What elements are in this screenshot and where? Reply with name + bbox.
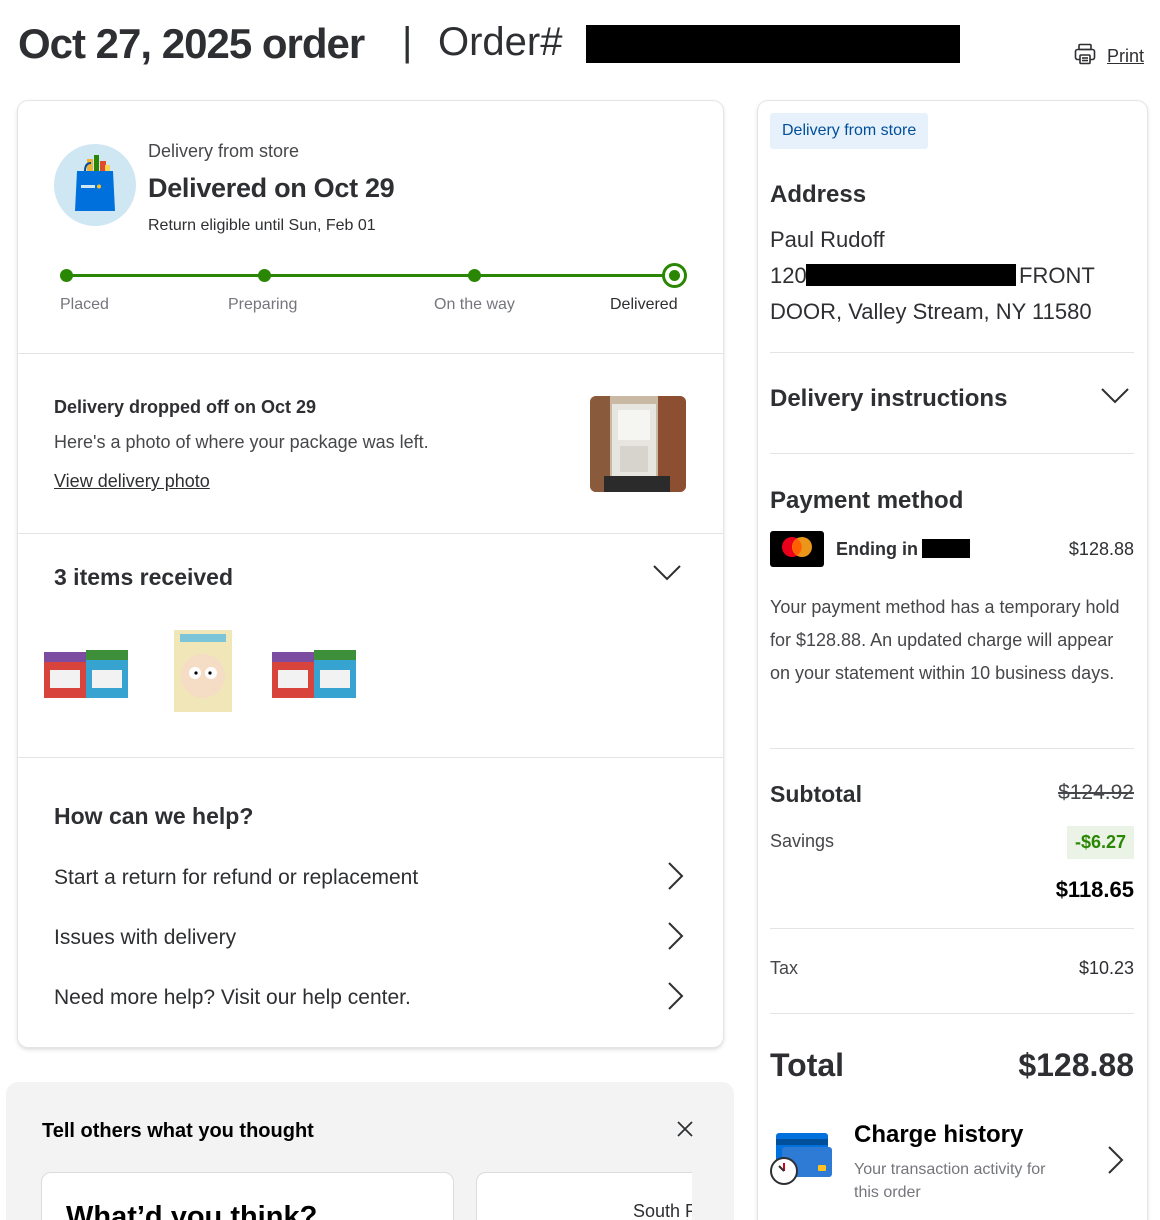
savings-label: Savings [770,831,835,851]
items-received-title: 3 items received [54,564,234,590]
item-thumbnail[interactable] [40,630,132,716]
savings-value: -$6.27 [1066,826,1134,859]
chevron-right-icon [1106,1145,1124,1180]
progress-line [66,274,674,277]
divider [770,352,1134,353]
delivery-photo-thumbnail[interactable] [590,396,686,492]
printer-icon [1073,42,1097,71]
page-header: Oct 27, 2025 order | Order# Print [18,18,1146,70]
chevron-right-icon [666,921,684,956]
items-received-section: 3 items received [18,534,723,758]
print-button[interactable]: Print [1073,42,1144,71]
order-details-card: Delivery from store Delivered on Oct 29 … [18,101,723,1047]
print-label[interactable]: Print [1107,46,1144,67]
review-prompt-title: Tell others what you thought [42,1120,314,1142]
return-eligibility-note: Return eligible until Sun, Feb 01 [148,217,376,234]
review-card-product-name: South P [633,1201,692,1220]
help-option-label: Need more help? Visit our help center. [54,986,411,1009]
charge-history-title: Charge history [854,1121,1024,1148]
charge-history-row[interactable]: Charge history Your transaction activity… [768,1121,1134,1211]
tax-label: Tax [770,958,799,978]
delivery-status-section: Delivery from store Delivered on Oct 29 … [18,101,723,354]
walmart-bag-icon [54,144,136,226]
title-separator: | [402,20,413,64]
order-number-redaction [586,25,960,63]
help-option-label: Issues with delivery [54,926,237,949]
subtotal-label: Subtotal [770,781,862,807]
chevron-down-icon[interactable] [652,564,682,587]
order-date-title: Oct 27, 2025 order [18,20,365,67]
tax-value: $10.23 [1078,958,1134,978]
chevron-down-icon[interactable] [1100,387,1130,410]
address-redaction [806,264,1016,286]
delivery-photo-description: Here's a photo of where your package was… [54,432,429,452]
review-card[interactable]: What’d you think? [41,1172,454,1220]
progress-dot-placed [60,269,73,282]
order-number-label: Order# [438,20,563,64]
delivery-photo-section: Delivery dropped off on Oct 29 Here's a … [18,354,723,534]
payment-card-row: Ending in $128.88 [770,531,1134,567]
delivery-status-headline: Delivered on Oct 29 [148,173,395,203]
payment-hold-note: Your payment method has a temporary hold… [770,597,1120,683]
delivery-progress-tracker [60,263,687,288]
close-icon[interactable] [676,1120,694,1143]
credit-card-clock-icon [768,1131,834,1190]
progress-dot-delivered [662,263,687,288]
subtotal-original-price: $124.92 [1058,781,1134,804]
divider [770,748,1134,749]
step-label-on-the-way: On the way [434,296,515,313]
review-card-title: What’d you think? [66,1201,318,1220]
divider [770,928,1134,929]
divider [770,1013,1134,1014]
payment-method-heading: Payment method [770,487,964,514]
start-return-option[interactable]: Start a return for refund or replacement [54,858,684,898]
card-ending-label: Ending in [836,539,918,559]
charge-history-subtitle: Your transaction activity for this order [854,1161,1046,1201]
address-line-2: DOOR, Valley Stream, NY 11580 [770,299,1092,324]
help-title: How can we help? [54,803,254,829]
item-thumbnail[interactable] [168,630,260,716]
card-number-redaction [922,539,970,558]
help-section: How can we help? Start a return for refu… [18,758,723,1047]
delivery-type-label: Delivery from store [148,141,300,161]
view-delivery-photo-link[interactable]: View delivery photo [54,471,210,492]
review-card-clip: South P [476,1170,692,1220]
review-card-product[interactable]: South P [476,1172,692,1220]
review-prompt-panel: Tell others what you thought What’d you … [6,1082,734,1220]
total-value: $128.88 [1018,1047,1134,1083]
step-label-preparing: Preparing [228,296,298,313]
total-label: Total [770,1047,845,1083]
payment-amount: $128.88 [1068,539,1134,559]
address-name: Paul Rudoff [770,227,885,252]
chevron-right-icon [666,981,684,1016]
address-line-1-start: 120 [770,263,807,288]
step-label-delivered: Delivered [610,296,678,313]
mastercard-logo [770,531,824,567]
help-center-option[interactable]: Need more help? Visit our help center. [54,978,684,1018]
progress-dot-on-the-way [468,269,481,282]
delivery-photo-title: Delivery dropped off on Oct 29 [54,397,317,417]
delivery-type-tag: Delivery from store [770,113,929,149]
step-label-placed: Placed [60,296,109,313]
order-summary-card: Delivery from store Address Paul Rudoff … [758,101,1147,1220]
help-option-label: Start a return for refund or replacement [54,866,419,889]
delivery-issues-option[interactable]: Issues with delivery [54,918,684,958]
divider [770,453,1134,454]
subtotal-final-price: $118.65 [1055,877,1134,902]
chevron-right-icon [666,861,684,896]
item-thumbnail[interactable] [268,630,360,716]
address-heading: Address [770,181,867,208]
address-line-1-end: FRONT [1019,263,1095,288]
delivery-instructions-heading[interactable]: Delivery instructions [770,385,1007,413]
progress-dot-preparing [258,269,271,282]
